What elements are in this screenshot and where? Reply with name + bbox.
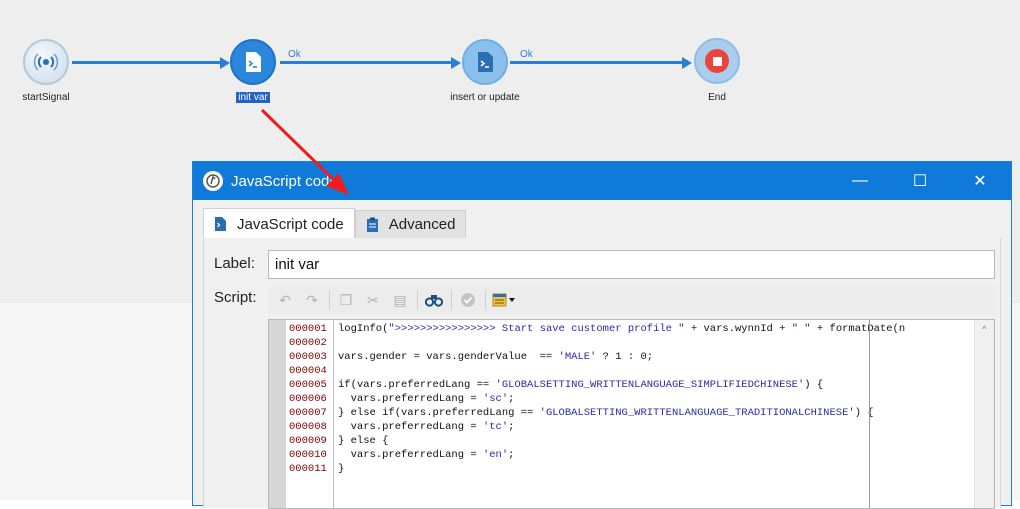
- toolbar-separator: [329, 290, 330, 310]
- edge-arrowhead: [220, 57, 230, 69]
- script-file-icon: [214, 216, 227, 232]
- redo-icon[interactable]: ↷: [301, 289, 323, 311]
- tab-panel: Label: Script: ↶ ↷ ❐ ✂ ▤ 000001000: [203, 238, 1001, 509]
- paste-icon[interactable]: ▤: [389, 289, 411, 311]
- tab-advanced[interactable]: Advanced: [354, 210, 467, 238]
- node-label-start: startSignal: [22, 92, 70, 103]
- dialog-tabs: JavaScript code Advanced: [203, 208, 467, 239]
- signal-icon: [33, 53, 59, 71]
- toolbar-separator: [417, 290, 418, 310]
- editor-gutter: [269, 320, 286, 508]
- app-logo-icon: [203, 171, 223, 191]
- label-field[interactable]: [268, 250, 995, 279]
- edge-arrowhead: [682, 57, 692, 69]
- line-number: 000008: [289, 421, 327, 433]
- copy-icon[interactable]: ❐: [335, 289, 357, 311]
- script-icon: [246, 52, 261, 72]
- edge-init-to-insert: [280, 61, 453, 64]
- code-line: logInfo(">>>>>>>>>>>>>>>> Start save cus…: [338, 323, 906, 335]
- dialog-titlebar[interactable]: JavaScript code — ☐ ✕: [193, 162, 1011, 200]
- code-line: if(vars.preferredLang == 'GLOBALSETTING_…: [338, 379, 824, 391]
- scroll-up-icon[interactable]: ^: [975, 320, 994, 338]
- insert-or-update-node[interactable]: [462, 39, 508, 85]
- tab-label: JavaScript code: [237, 215, 344, 233]
- maximize-icon: ☐: [912, 173, 928, 190]
- script-caption: Script:: [214, 289, 257, 306]
- edge-label-ok: Ok: [520, 49, 533, 60]
- edge-insert-to-end: [510, 61, 684, 64]
- start-signal-node[interactable]: [23, 39, 69, 85]
- node-label-end: End: [708, 92, 726, 103]
- code-line: }: [338, 463, 345, 475]
- edge-arrowhead: [451, 57, 461, 69]
- script-toolbar: ↶ ↷ ❐ ✂ ▤: [268, 286, 995, 314]
- edge-label-ok: Ok: [288, 49, 301, 60]
- toolbar-separator: [451, 290, 452, 310]
- label-caption: Label:: [214, 255, 255, 272]
- toolbar-separator: [485, 290, 486, 310]
- vertical-scrollbar[interactable]: ^: [974, 320, 994, 508]
- line-number: 000006: [289, 393, 327, 405]
- line-number: 000002: [289, 337, 327, 349]
- clipboard-icon: [366, 217, 379, 233]
- stop-icon: [705, 49, 729, 73]
- line-number: 000004: [289, 365, 327, 377]
- maximize-button[interactable]: ☐: [891, 162, 949, 200]
- insert-dropdown-icon[interactable]: [491, 289, 521, 311]
- find-icon[interactable]: [423, 289, 445, 311]
- code-line: } else if(vars.preferredLang == 'GLOBALS…: [338, 407, 874, 419]
- line-number: 000001: [289, 323, 327, 335]
- code-line: vars.preferredLang = 'tc';: [338, 421, 515, 433]
- close-button[interactable]: ✕: [951, 162, 1009, 200]
- code-area[interactable]: logInfo(">>>>>>>>>>>>>>>> Start save cus…: [335, 320, 974, 508]
- script-editor[interactable]: 000001 000002 000003 000004 000005 000006 0000…: [268, 319, 995, 509]
- line-number: 000010: [289, 449, 327, 461]
- tab-javascript-code[interactable]: JavaScript code: [203, 208, 355, 239]
- edge-start-to-init: [72, 61, 222, 64]
- script-icon: [478, 52, 493, 72]
- line-number: 000005: [289, 379, 327, 391]
- end-node[interactable]: [694, 38, 740, 84]
- code-line: vars.gender = vars.genderValue == 'MALE'…: [338, 351, 654, 363]
- close-icon: ✕: [973, 173, 987, 190]
- undo-icon[interactable]: ↶: [274, 289, 296, 311]
- line-numbers: 000001 000002 000003 000004 000005 000006 0000…: [286, 320, 334, 508]
- line-number: 000011: [289, 463, 327, 475]
- code-line: vars.preferredLang = 'en';: [338, 449, 515, 461]
- line-number: 000007: [289, 407, 327, 419]
- print-margin: [869, 320, 870, 508]
- code-line: vars.preferredLang = 'sc';: [338, 393, 515, 405]
- check-icon[interactable]: [457, 289, 479, 311]
- cut-icon[interactable]: ✂: [362, 289, 384, 311]
- dialog-title: JavaScript code: [231, 172, 338, 190]
- line-number: 000009: [289, 435, 327, 447]
- node-label-init-var: init var: [236, 92, 270, 103]
- minimize-button[interactable]: —: [831, 162, 889, 200]
- line-number: 000003: [289, 351, 327, 363]
- javascript-code-dialog: JavaScript code — ☐ ✕ JavaScript code Ad…: [192, 161, 1012, 509]
- init-var-node[interactable]: [230, 39, 276, 85]
- code-line: } else {: [338, 435, 389, 447]
- minimize-icon: —: [852, 172, 868, 189]
- node-label-insert-or-update: insert or update: [450, 92, 520, 103]
- tab-label: Advanced: [388, 216, 456, 233]
